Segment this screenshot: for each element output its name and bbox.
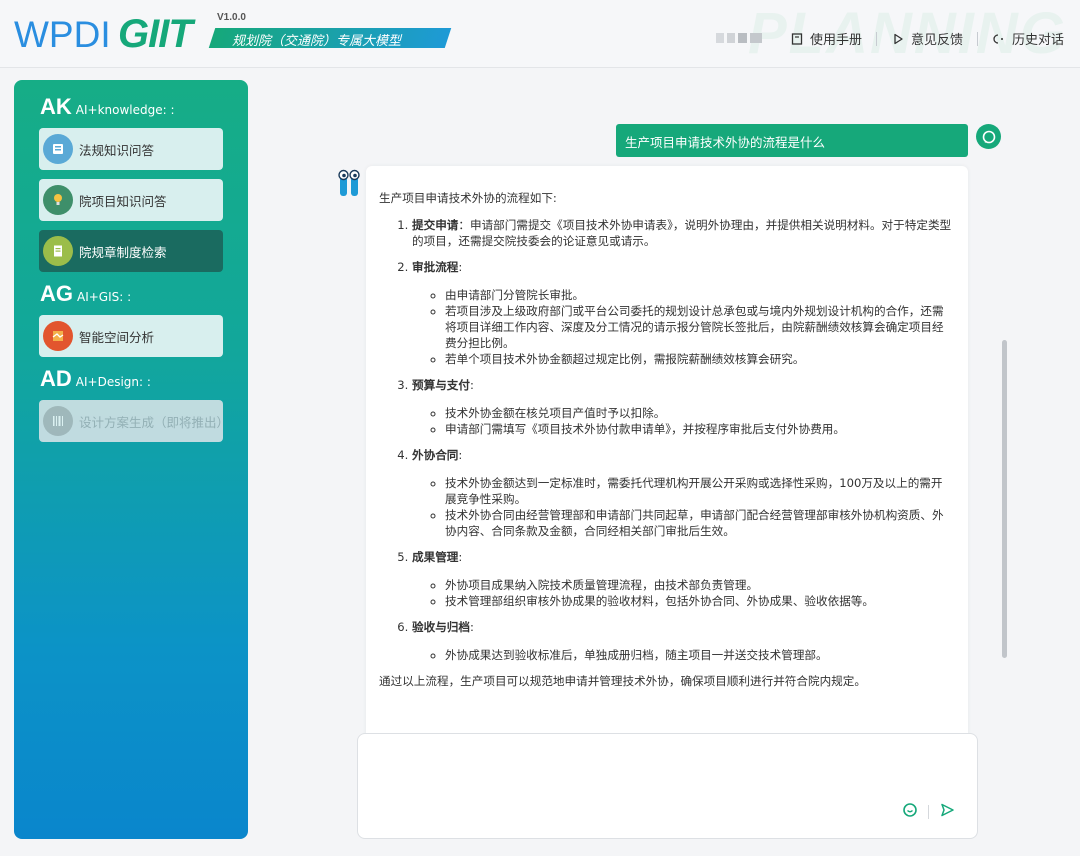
- bot-answer-card: 生产项目申请技术外协的流程如下: 提交申请：申请部门需提交《项目技术外协申请表》…: [366, 166, 968, 742]
- step-title: 审批流程: [412, 260, 459, 274]
- sidebar-item-law-qa[interactable]: 法规知识问答: [39, 128, 223, 170]
- answer-outro: 通过以上流程，生产项目可以规范地申请并管理技术外协，确保项目顺利进行并符合院内规…: [379, 674, 866, 688]
- section-code: AD: [40, 366, 72, 391]
- answer-step: 提交申请：申请部门需提交《项目技术外协申请表》，说明外协理由，并提供相关说明材料…: [412, 217, 954, 249]
- nav-divider: [976, 31, 978, 46]
- history-icon: [992, 32, 1006, 46]
- map-analysis-icon: [43, 321, 73, 351]
- play-triangle-icon: [891, 32, 905, 46]
- send-icon[interactable]: [939, 802, 955, 822]
- step-bullets: 外协成果达到验收标准后，单独成册归档，随主项目一并送交技术管理部。: [425, 647, 954, 663]
- answer-intro: 生产项目申请技术外协的流程如下:: [379, 191, 557, 205]
- sidebar-item-project-qa[interactable]: 院项目知识问答: [39, 179, 223, 221]
- section-code: AG: [40, 281, 73, 306]
- step-bullet: 若项目涉及上级政府部门或平台公司委托的规划设计总承包或与境内外规划设计机构的合作…: [445, 303, 954, 351]
- sidebar-item-label: 法规知识问答: [79, 142, 155, 158]
- step-title: 预算与支付: [412, 378, 470, 392]
- answer-step: 成果管理: 外协项目成果纳入院技术质量管理流程，由技术部负责管理。 技术管理部组…: [412, 549, 954, 609]
- manual-link[interactable]: 使用手册: [790, 29, 862, 48]
- answer-step: 验收与归档: 外协成果达到验收标准后，单独成册归档，随主项目一并送交技术管理部。: [412, 619, 954, 663]
- lightbulb-icon: [43, 185, 73, 215]
- step-bullet: 外协成果达到验收标准后，单独成册归档，随主项目一并送交技术管理部。: [445, 647, 954, 663]
- history-label: 历史对话: [1011, 33, 1064, 48]
- step-bullet: 外协项目成果纳入院技术质量管理流程，由技术部负责管理。: [445, 577, 954, 593]
- message-input-box: [357, 733, 978, 839]
- step-text: :: [458, 448, 463, 462]
- logo-subtitle: 规划院（交通院）专属大模型: [232, 34, 402, 49]
- book-icon: [790, 32, 804, 46]
- step-bullet: 技术外协金额在核兑项目产值时予以扣除。: [445, 405, 954, 421]
- feedback-link[interactable]: 意见反馈: [891, 29, 963, 48]
- user-name-redacted: [715, 32, 762, 45]
- sidebar-item-label: 设计方案生成（即将推出）: [79, 414, 230, 430]
- step-bullet: 技术外协合同由经营管理部和申请部门共同起草，申请部门配合经营管理部审核外协机构资…: [445, 507, 954, 539]
- step-bullet: 技术管理部组织审核外协成果的验收材料，包括外协合同、外协成果、验收依据等。: [445, 593, 954, 609]
- input-actions: [902, 802, 955, 822]
- user-chat-icon: [976, 124, 1001, 149]
- step-bullets: 由申请部门分管院长审批。 若项目涉及上级政府部门或平台公司委托的规划设计总承包或…: [425, 287, 954, 367]
- step-title: 外协合同: [412, 448, 459, 462]
- sidebar-item-label: 院项目知识问答: [79, 193, 167, 209]
- step-bullets: 外协项目成果纳入院技术质量管理流程，由技术部负责管理。 技术管理部组织审核外协成…: [425, 577, 954, 609]
- version-label: V1.0.0: [217, 12, 246, 23]
- sidebar-item-design-generation[interactable]: 设计方案生成（即将推出）: [39, 400, 230, 442]
- bot-avatar-icon: [337, 168, 361, 198]
- sidebar-item-regulation-search[interactable]: 院规章制度检索: [39, 230, 223, 272]
- user-question-bubble: 生产项目申请技术外协的流程是什么: [616, 124, 968, 157]
- section-code: AK: [40, 94, 72, 119]
- sidebar: AK AI+knowledge: : 法规知识问答 院项目知识问答 院规章制度检…: [14, 80, 248, 839]
- sidebar-item-label: 智能空间分析: [79, 329, 155, 345]
- barcode-icon: [43, 406, 73, 436]
- step-title: 成果管理: [412, 550, 459, 564]
- section-ag-header: AG AI+GIS: :: [14, 281, 248, 311]
- section-ak-header: AK AI+knowledge: :: [14, 94, 248, 124]
- step-title: 验收与归档: [412, 620, 470, 634]
- logo-git-text: GIIT: [118, 12, 193, 56]
- step-text: :: [458, 550, 463, 564]
- sidebar-item-spatial-analysis[interactable]: 智能空间分析: [39, 315, 223, 357]
- step-bullet: 由申请部门分管院长审批。: [445, 287, 954, 303]
- answer-step: 审批流程: 由申请部门分管院长审批。 若项目涉及上级政府部门或平台公司委托的规划…: [412, 259, 954, 367]
- law-book-icon: [43, 134, 73, 164]
- message-input[interactable]: [368, 742, 966, 804]
- step-text: :: [469, 620, 474, 634]
- step-title: 提交申请: [412, 218, 459, 232]
- history-link[interactable]: 历史对话: [992, 29, 1064, 48]
- section-ad-header: AD AI+Design: :: [14, 366, 248, 396]
- sidebar-item-label: 院规章制度检索: [79, 244, 167, 260]
- step-bullet: 若单个项目技术外协金额超过规定比例，需报院薪酬绩效核算会研究。: [445, 351, 954, 367]
- step-bullet: 技术外协金额达到一定标准时，需委托代理机构开展公开采购或选择性采购，100万及以…: [445, 475, 954, 507]
- answer-step: 外协合同: 技术外协金额达到一定标准时，需委托代理机构开展公开采购或选择性采购，…: [412, 447, 954, 539]
- step-bullet: 申请部门需填写《项目技术外协付款申请单》，并按程序审批后支付外协费用。: [445, 421, 954, 437]
- step-bullets: 技术外协金额达到一定标准时，需委托代理机构开展公开采购或选择性采购，100万及以…: [425, 475, 954, 539]
- section-label: AI+knowledge: :: [75, 103, 175, 117]
- step-bullets: 技术外协金额在核兑项目产值时予以扣除。 申请部门需填写《项目技术外协付款申请单》…: [425, 405, 954, 437]
- step-text: :: [458, 260, 463, 274]
- step-text: ：申请部门需提交《项目技术外协申请表》，说明外协理由，并提供相关说明材料。对于特…: [412, 218, 952, 248]
- manual-label: 使用手册: [809, 33, 862, 48]
- document-search-icon: [43, 236, 73, 266]
- top-nav: 使用手册 意见反馈 历史对话: [715, 29, 1064, 48]
- chat-bubble-icon[interactable]: [902, 802, 918, 822]
- chat-scrollbar[interactable]: [1002, 340, 1007, 658]
- feedback-label: 意见反馈: [910, 33, 963, 48]
- section-label: AI+Design: :: [75, 375, 151, 389]
- answer-step-list: 提交申请：申请部门需提交《项目技术外协申请表》，说明外协理由，并提供相关说明材料…: [392, 217, 954, 663]
- answer-step: 预算与支付: 技术外协金额在核兑项目产值时予以扣除。 申请部门需填写《项目技术外…: [412, 377, 954, 437]
- nav-divider: [875, 31, 877, 46]
- step-text: :: [469, 378, 474, 392]
- section-label: AI+GIS: :: [77, 290, 132, 304]
- app-header: PLANNING WPDI GIIT V1.0.0 规划院（交通院）专属大模型 …: [0, 0, 1080, 68]
- logo-wpdi-text: WPDI: [14, 14, 111, 55]
- input-actions-divider: [928, 805, 929, 819]
